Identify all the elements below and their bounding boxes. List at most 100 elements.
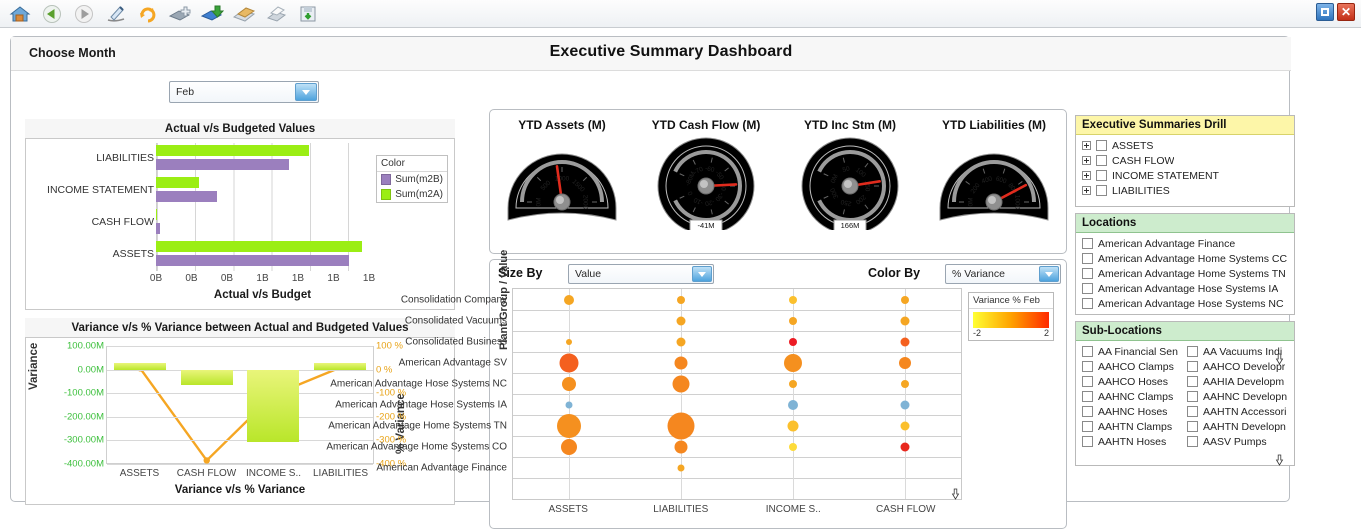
variance-bar[interactable] — [180, 369, 233, 385]
bubble[interactable] — [566, 338, 572, 345]
list-item[interactable]: INCOME STATEMENT — [1080, 168, 1290, 183]
checkbox[interactable] — [1082, 421, 1093, 432]
print-icon[interactable] — [262, 1, 290, 27]
list-item[interactable]: AA Financial Sen — [1080, 344, 1185, 359]
checkbox[interactable] — [1096, 170, 1107, 181]
bubble[interactable] — [789, 295, 797, 304]
month-select[interactable]: Feb — [169, 81, 319, 103]
checkbox[interactable] — [1082, 253, 1093, 264]
bubble[interactable] — [557, 413, 581, 438]
bubble[interactable] — [900, 337, 910, 346]
bubble[interactable] — [789, 337, 797, 346]
bar-Sum(m2B)[interactable] — [156, 223, 161, 234]
bubble[interactable] — [789, 442, 797, 451]
list-item[interactable]: American Advantage Home Systems CC — [1080, 251, 1290, 266]
bubble[interactable] — [562, 376, 576, 391]
checkbox[interactable] — [1082, 376, 1093, 387]
chevron-down-icon[interactable] — [692, 266, 712, 282]
list-item[interactable]: American Advantage Hose Systems IA — [1080, 281, 1290, 296]
bar-Sum(m2A)[interactable] — [156, 177, 199, 188]
checkbox[interactable] — [1187, 436, 1198, 447]
bubble[interactable] — [899, 356, 911, 369]
checkbox[interactable] — [1187, 361, 1198, 372]
checkbox[interactable] — [1187, 376, 1198, 387]
bubble[interactable] — [676, 316, 686, 325]
variance-bar[interactable] — [247, 369, 300, 442]
checkbox[interactable] — [1187, 421, 1198, 432]
expand-icon[interactable] — [1082, 141, 1091, 150]
bar-Sum(m2B)[interactable] — [156, 255, 349, 266]
expand-icon[interactable] — [1082, 186, 1091, 195]
checkbox[interactable] — [1082, 346, 1093, 357]
expand-icon[interactable] — [1082, 171, 1091, 180]
list-item[interactable]: American Advantage Hose Systems NC — [1080, 296, 1290, 311]
checkbox[interactable] — [1082, 361, 1093, 372]
checkbox[interactable] — [1096, 140, 1107, 151]
bubble[interactable] — [565, 401, 573, 408]
legend-item[interactable]: Sum(m2B) — [377, 172, 447, 187]
checkbox[interactable] — [1187, 406, 1198, 417]
refresh-icon[interactable] — [134, 1, 162, 27]
bubble[interactable] — [900, 421, 910, 430]
bubble[interactable] — [672, 375, 690, 392]
checkbox[interactable] — [1082, 283, 1093, 294]
bubble[interactable] — [674, 440, 688, 453]
list-item[interactable]: CASH FLOW — [1080, 153, 1290, 168]
variance-bar[interactable] — [114, 362, 167, 370]
color-by-select[interactable]: % Variance — [945, 264, 1061, 284]
list-item[interactable]: ASSETS — [1080, 138, 1290, 153]
back-icon[interactable] — [38, 1, 66, 27]
home-icon[interactable] — [6, 1, 34, 27]
bar-Sum(m2B)[interactable] — [156, 159, 290, 170]
checkbox[interactable] — [1096, 155, 1107, 166]
list-item[interactable]: AAHTN Accessori — [1185, 404, 1290, 419]
close-button[interactable]: ✕ — [1337, 3, 1355, 21]
bubble[interactable] — [674, 356, 688, 369]
bubble[interactable] — [667, 412, 695, 439]
checkbox[interactable] — [1082, 238, 1093, 249]
bubble[interactable] — [784, 353, 802, 372]
forward-icon[interactable] — [70, 1, 98, 27]
checkbox[interactable] — [1082, 436, 1093, 447]
list-item[interactable]: AAHNC Hoses — [1080, 404, 1185, 419]
checkbox[interactable] — [1187, 391, 1198, 402]
checkbox[interactable] — [1082, 406, 1093, 417]
folder-icon[interactable] — [230, 1, 258, 27]
bubble[interactable] — [789, 379, 797, 388]
checkbox[interactable] — [1082, 391, 1093, 402]
chevron-down-icon[interactable] — [295, 83, 317, 101]
new-book-icon[interactable] — [166, 1, 194, 27]
variance-point[interactable] — [203, 457, 210, 464]
list-item[interactable]: American Advantage Finance — [1080, 236, 1290, 251]
list-item[interactable]: AASV Pumps — [1185, 434, 1290, 449]
bar-Sum(m2B)[interactable] — [156, 191, 217, 202]
chevron-down-icon[interactable] — [1039, 266, 1059, 282]
checkbox[interactable] — [1082, 268, 1093, 279]
open-book-icon[interactable] — [198, 1, 226, 27]
checkbox[interactable] — [1096, 185, 1107, 196]
size-by-select[interactable]: Value — [568, 264, 714, 284]
list-item[interactable]: AAHCO Hoses — [1080, 374, 1185, 389]
bubble[interactable] — [788, 399, 798, 410]
checkbox[interactable] — [1082, 298, 1093, 309]
edit-icon[interactable] — [102, 1, 130, 27]
save-icon[interactable] — [294, 1, 322, 27]
checkbox[interactable] — [1187, 346, 1198, 357]
list-item[interactable]: AAHCO Clamps — [1080, 359, 1185, 374]
bar-Sum(m2A)[interactable] — [156, 145, 310, 156]
restore-button[interactable] — [1316, 3, 1334, 21]
bar-Sum(m2A)[interactable] — [156, 241, 362, 252]
bubble[interactable] — [901, 295, 909, 304]
bubble[interactable] — [900, 316, 910, 325]
list-item[interactable]: AAHNC Developn — [1185, 389, 1290, 404]
bubble[interactable] — [676, 337, 686, 346]
variance-bar[interactable] — [313, 362, 366, 370]
bubble[interactable] — [789, 316, 797, 325]
list-item[interactable]: AAHNC Clamps — [1080, 389, 1185, 404]
list-item[interactable]: AAHTN Clamps — [1080, 419, 1185, 434]
list-item[interactable]: AAHTN Developn — [1185, 419, 1290, 434]
bubble[interactable] — [564, 294, 574, 305]
bubble[interactable] — [900, 442, 910, 451]
bar-Sum(m2A)[interactable] — [156, 209, 158, 220]
bubble[interactable] — [677, 295, 685, 304]
